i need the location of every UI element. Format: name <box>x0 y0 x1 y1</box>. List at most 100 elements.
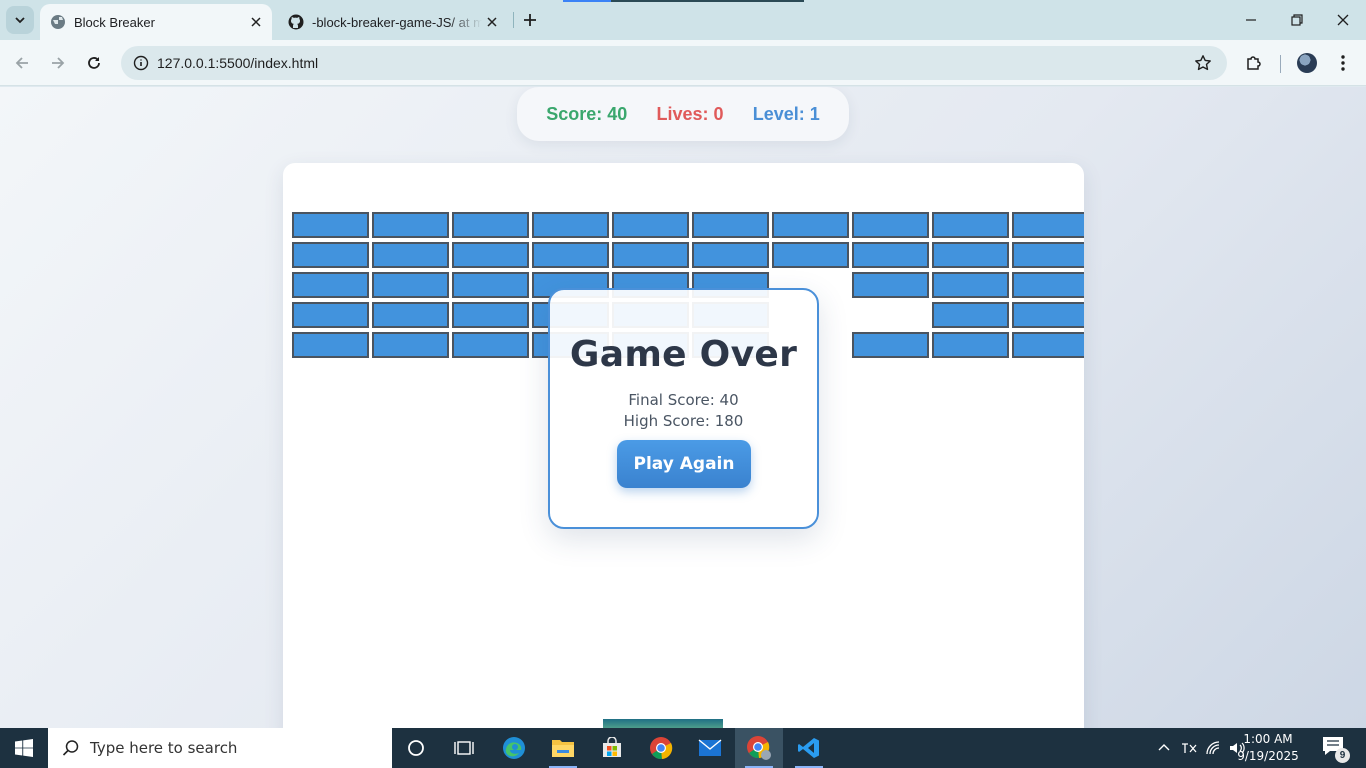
paddle[interactable] <box>603 719 723 728</box>
taskbar-file-explorer[interactable] <box>539 728 587 768</box>
brick <box>452 272 529 298</box>
brick <box>772 242 849 268</box>
forward-button[interactable] <box>44 49 72 77</box>
level-display: Level: 1 <box>752 103 820 124</box>
taskbar: Type here to search 1:00 AM 9/19/2025 9 <box>0 728 1366 768</box>
clock-time: 1:00 AM <box>1243 732 1293 746</box>
page-content: Score: 40 Lives: 0 Level: 1 Game Over Fi… <box>0 87 1366 728</box>
restore-button[interactable] <box>1274 0 1320 40</box>
brick <box>612 212 689 238</box>
globe-icon <box>51 15 65 29</box>
task-view-button[interactable] <box>440 728 488 768</box>
brick <box>292 242 369 268</box>
notification-center[interactable]: 9 <box>1322 736 1350 763</box>
back-button[interactable] <box>8 49 36 77</box>
address-bar[interactable]: 127.0.0.1:5500/index.html <box>121 46 1227 80</box>
start-button[interactable] <box>0 728 48 768</box>
site-info-icon[interactable] <box>129 51 153 75</box>
brick <box>292 212 369 238</box>
game-over-modal: Game Over Final Score: 40 High Score: 18… <box>548 288 819 529</box>
close-window-button[interactable] <box>1320 0 1366 40</box>
score-display: Score: 40 <box>546 103 628 124</box>
store-icon <box>603 737 621 757</box>
extensions-button[interactable] <box>1240 49 1268 77</box>
taskbar-vscode[interactable] <box>785 728 833 768</box>
kebab-menu-icon <box>1341 55 1345 71</box>
play-again-button[interactable]: Play Again <box>617 440 751 488</box>
brick <box>692 212 769 238</box>
media-indicator <box>563 0 804 2</box>
taskbar-chrome-profile[interactable] <box>735 728 783 768</box>
chrome-profile-icon <box>747 736 771 760</box>
brick <box>372 212 449 238</box>
brick <box>852 332 929 358</box>
brick <box>932 332 1009 358</box>
lives-display: Lives: 0 <box>656 103 724 124</box>
menu-button[interactable] <box>1329 49 1357 77</box>
brick <box>692 242 769 268</box>
chevron-down-icon <box>15 17 25 24</box>
brick <box>772 212 849 238</box>
taskbar-edge[interactable] <box>490 728 538 768</box>
new-tab-button[interactable] <box>518 8 542 32</box>
system-clock[interactable]: 1:00 AM 9/19/2025 <box>1225 731 1311 765</box>
forward-arrow-icon <box>52 57 65 69</box>
brick <box>852 242 929 268</box>
restore-icon <box>1291 14 1303 26</box>
brick <box>1012 242 1084 268</box>
chrome-icon <box>650 737 673 760</box>
mail-icon <box>698 739 722 756</box>
brick <box>452 242 529 268</box>
score-bar: Score: 40 Lives: 0 Level: 1 <box>517 87 849 141</box>
taskbar-mail[interactable] <box>686 728 734 768</box>
brick <box>1012 272 1084 298</box>
input-method[interactable] <box>1177 728 1201 768</box>
taskbar-chrome[interactable] <box>637 728 685 768</box>
notification-badge: 9 <box>1335 748 1350 763</box>
task-view-icon <box>454 741 474 755</box>
brick <box>532 212 609 238</box>
minimize-button[interactable] <box>1228 0 1274 40</box>
search-placeholder: Type here to search <box>90 739 238 757</box>
clock-date: 9/19/2025 <box>1237 749 1299 763</box>
tab-github[interactable]: -block-breaker-game-JS/ at main <box>278 4 508 40</box>
brick <box>372 332 449 358</box>
github-icon <box>288 14 304 30</box>
brick <box>852 212 929 238</box>
profile-avatar[interactable] <box>1297 53 1317 73</box>
brick <box>1012 332 1084 358</box>
close-tab-icon[interactable] <box>246 12 266 32</box>
brick <box>612 242 689 268</box>
brick <box>372 272 449 298</box>
tab-title: Block Breaker <box>74 14 155 30</box>
brick <box>372 302 449 328</box>
brick <box>372 242 449 268</box>
edge-icon <box>503 737 525 759</box>
final-score: Final Score: 40 <box>628 391 739 409</box>
url-text[interactable]: 127.0.0.1:5500/index.html <box>157 55 318 71</box>
show-hidden-icons[interactable] <box>1153 728 1175 768</box>
brick <box>932 242 1009 268</box>
taskbar-store[interactable] <box>588 728 636 768</box>
bookmark-star-icon[interactable] <box>1191 51 1215 75</box>
network-status[interactable] <box>1202 728 1226 768</box>
close-tab-icon[interactable] <box>482 12 502 32</box>
toolbar-separator <box>1280 55 1281 73</box>
taskbar-search[interactable]: Type here to search <box>48 728 392 768</box>
tab-search-button[interactable] <box>6 6 34 34</box>
chevron-up-icon <box>1158 744 1170 751</box>
brick <box>932 302 1009 328</box>
tab-block-breaker[interactable]: Block Breaker <box>40 4 272 40</box>
brick <box>292 302 369 328</box>
reload-button[interactable] <box>80 49 108 77</box>
reload-icon <box>88 57 100 69</box>
cortana-button[interactable] <box>392 728 440 768</box>
minimize-icon <box>1246 19 1256 21</box>
search-icon <box>62 740 79 756</box>
brick <box>452 302 529 328</box>
puzzle-icon <box>1247 56 1261 70</box>
browser-toolbar: 127.0.0.1:5500/index.html <box>0 40 1366 86</box>
plus-icon <box>524 14 536 26</box>
close-icon <box>1337 14 1349 26</box>
game-over-title: Game Over <box>569 334 798 375</box>
